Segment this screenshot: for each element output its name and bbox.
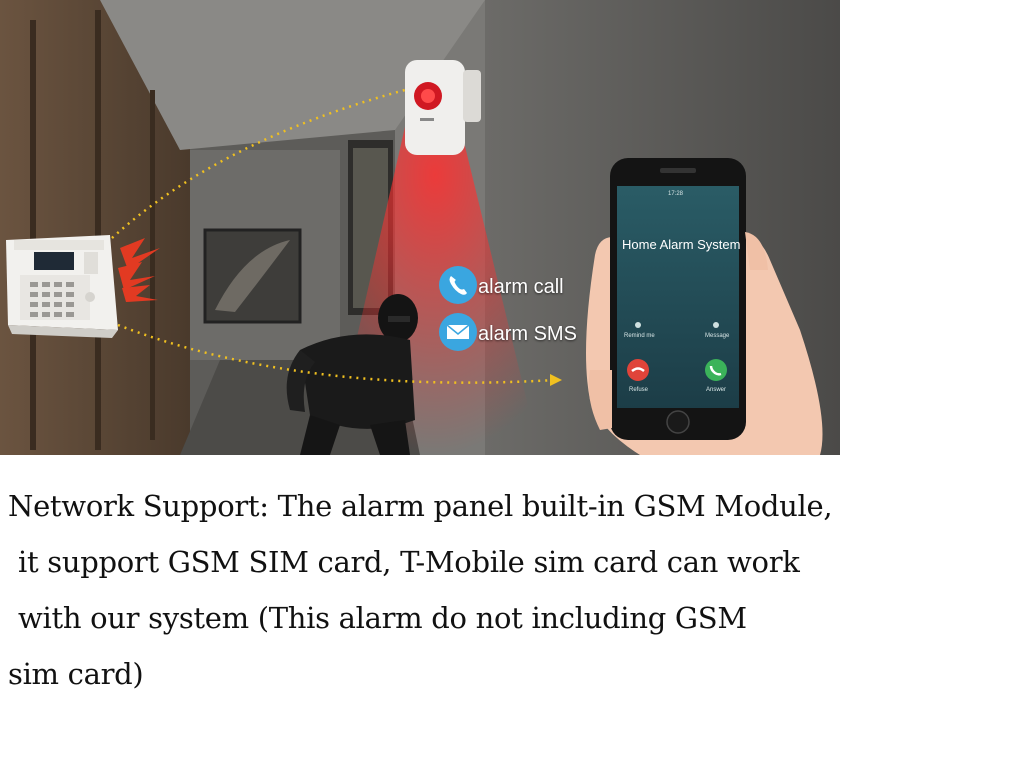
product-photo: alarm call alarm SMS 17:28 Home Alarm Sy… xyxy=(0,0,840,455)
phone-app-title: Home Alarm System xyxy=(622,237,741,252)
product-description: Network Support: The alarm panel built-i… xyxy=(8,478,1008,702)
refuse-label: Refuse xyxy=(629,387,649,393)
alarm-sms-label: alarm SMS xyxy=(478,323,577,345)
answer-label: Answer xyxy=(706,387,727,393)
description-line-4: sim card) xyxy=(8,657,144,691)
alarm-call-label: alarm call xyxy=(478,276,564,298)
message-label: Message xyxy=(705,333,730,339)
description-line-2: it support GSM SIM card, T-Mobile sim ca… xyxy=(18,545,800,579)
description-line-1: Network Support: The alarm panel built-i… xyxy=(8,489,833,523)
remind-me-label: Remind me xyxy=(624,333,655,339)
phone-status-time: 17:28 xyxy=(668,191,684,197)
description-line-3: with our system (This alarm do not inclu… xyxy=(18,601,747,635)
